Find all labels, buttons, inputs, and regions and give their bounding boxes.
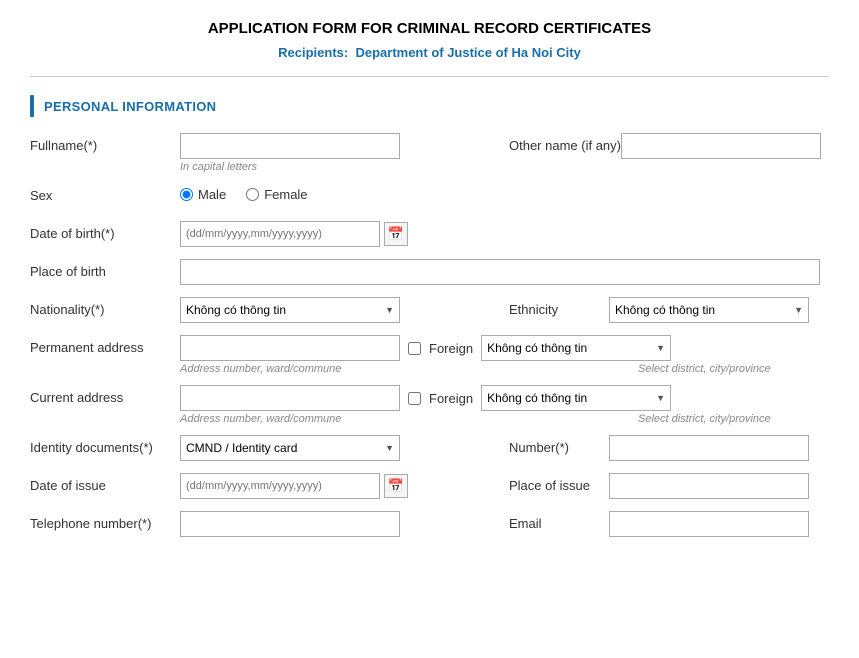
ethnicity-field: Không có thông tin <box>609 297 829 323</box>
section-header-personal: PERSONAL INFORMATION <box>30 95 829 117</box>
permanent-foreign-checkbox[interactable] <box>408 342 421 355</box>
recipients-line: Recipients: Department of Justice of Ha … <box>30 45 829 60</box>
nationality-field: Không có thông tin <box>180 297 489 323</box>
permanent-address-row: Permanent address Foreign Không có thông… <box>30 335 829 375</box>
email-input[interactable] <box>609 511 809 537</box>
recipients-value: Department of Justice of Ha Noi City <box>355 45 580 60</box>
othername-label: Other name (if any) <box>509 133 621 153</box>
sex-female-radio[interactable] <box>246 188 259 201</box>
fullname-row: Fullname(*) In capital letters Other nam… <box>30 133 829 173</box>
dob-label: Date of birth(*) <box>30 221 180 241</box>
place-of-birth-row: Place of birth <box>30 259 829 287</box>
email-label: Email <box>509 511 609 531</box>
email-field <box>609 511 829 537</box>
place-of-issue-input[interactable] <box>609 473 809 499</box>
number-input[interactable] <box>609 435 809 461</box>
othername-input[interactable] <box>621 133 821 159</box>
permanent-address-label: Permanent address <box>30 335 180 355</box>
othername-group: Other name (if any) <box>509 133 829 159</box>
nationality-select[interactable]: Không có thông tin <box>180 297 400 323</box>
date-of-issue-calendar-icon[interactable]: 📅 <box>384 474 408 498</box>
number-field <box>609 435 829 461</box>
permanent-address-inputs: Foreign Không có thông tin <box>180 335 829 361</box>
nationality-row: Nationality(*) Không có thông tin Ethnic… <box>30 297 829 325</box>
telephone-field <box>180 511 489 537</box>
ethnicity-label: Ethnicity <box>509 297 609 317</box>
fullname-input[interactable] <box>180 133 400 159</box>
fullname-field: In capital letters <box>180 133 489 173</box>
permanent-address-input[interactable] <box>180 335 400 361</box>
place-of-birth-input[interactable] <box>180 259 820 285</box>
telephone-row: Telephone number(*) Email <box>30 511 829 539</box>
nationality-select-wrapper: Không có thông tin <box>180 297 400 323</box>
date-of-issue-input-wrapper: 📅 <box>180 473 489 499</box>
current-foreign-select[interactable]: Không có thông tin <box>481 385 671 411</box>
sex-field: Male Female <box>180 183 829 202</box>
dob-field: 📅 <box>180 221 829 247</box>
permanent-foreign-select-wrapper: Không có thông tin <box>481 335 671 361</box>
identity-docs-label: Identity documents(*) <box>30 435 180 455</box>
telephone-input[interactable] <box>180 511 400 537</box>
current-address-content: Foreign Không có thông tin Address numbe… <box>180 385 829 425</box>
current-address-input[interactable] <box>180 385 400 411</box>
telephone-label: Telephone number(*) <box>30 511 180 531</box>
email-group: Email <box>509 511 829 537</box>
place-of-birth-field <box>180 259 829 285</box>
sex-row: Sex Male Female <box>30 183 829 211</box>
date-of-issue-input[interactable] <box>180 473 380 499</box>
date-of-issue-label: Date of issue <box>30 473 180 493</box>
permanent-address-content: Foreign Không có thông tin Address numbe… <box>180 335 829 375</box>
current-foreign-hint: Select district, city/province <box>638 413 771 425</box>
page-title: APPLICATION FORM FOR CRIMINAL RECORD CER… <box>30 20 829 37</box>
current-address-label: Current address <box>30 385 180 405</box>
permanent-foreign-label: Foreign <box>429 341 473 356</box>
ethnicity-select[interactable]: Không có thông tin <box>609 297 809 323</box>
permanent-address-hint: Address number, ward/commune <box>180 363 408 375</box>
ethnicity-select-wrapper: Không có thông tin <box>609 297 809 323</box>
divider <box>30 76 829 77</box>
section-bar <box>30 95 34 117</box>
sex-male-label: Male <box>198 187 226 202</box>
sex-radio-group: Male Female <box>180 183 829 202</box>
date-of-issue-field: 📅 <box>180 473 489 499</box>
dob-row: Date of birth(*) 📅 <box>30 221 829 249</box>
sex-female-option[interactable]: Female <box>246 187 307 202</box>
section-title-personal: PERSONAL INFORMATION <box>44 99 216 114</box>
permanent-foreign-hint: Select district, city/province <box>638 363 771 375</box>
ethnicity-group: Ethnicity Không có thông tin <box>509 297 829 323</box>
permanent-address-hints: Address number, ward/commune Select dist… <box>180 361 829 375</box>
dob-calendar-icon[interactable]: 📅 <box>384 222 408 246</box>
identity-docs-select[interactable]: CMND / Identity card <box>180 435 400 461</box>
dob-input[interactable] <box>180 221 380 247</box>
current-address-hint: Address number, ward/commune <box>180 413 408 425</box>
dob-input-wrapper: 📅 <box>180 221 829 247</box>
identity-docs-field: CMND / Identity card <box>180 435 489 461</box>
sex-male-radio[interactable] <box>180 188 193 201</box>
sex-male-option[interactable]: Male <box>180 187 226 202</box>
identity-docs-select-wrapper: CMND / Identity card <box>180 435 400 461</box>
place-of-issue-group: Place of issue <box>509 473 829 499</box>
fullname-hint: In capital letters <box>180 161 489 173</box>
current-address-row: Current address Foreign Không có thông t… <box>30 385 829 425</box>
place-of-issue-label: Place of issue <box>509 473 609 493</box>
fullname-label: Fullname(*) <box>30 133 180 153</box>
number-label: Number(*) <box>509 435 609 455</box>
current-foreign-checkbox[interactable] <box>408 392 421 405</box>
place-of-birth-label: Place of birth <box>30 259 180 279</box>
date-of-issue-row: Date of issue 📅 Place of issue <box>30 473 829 501</box>
current-foreign-select-wrapper: Không có thông tin <box>481 385 671 411</box>
recipients-label: Recipients: <box>278 45 348 60</box>
othername-field <box>621 133 829 159</box>
sex-female-label: Female <box>264 187 307 202</box>
place-of-issue-field <box>609 473 829 499</box>
number-group: Number(*) <box>509 435 829 461</box>
current-address-hints: Address number, ward/commune Select dist… <box>180 411 829 425</box>
sex-label: Sex <box>30 183 180 203</box>
current-foreign-label: Foreign <box>429 391 473 406</box>
nationality-label: Nationality(*) <box>30 297 180 317</box>
current-address-inputs: Foreign Không có thông tin <box>180 385 829 411</box>
identity-docs-row: Identity documents(*) CMND / Identity ca… <box>30 435 829 463</box>
permanent-foreign-select[interactable]: Không có thông tin <box>481 335 671 361</box>
